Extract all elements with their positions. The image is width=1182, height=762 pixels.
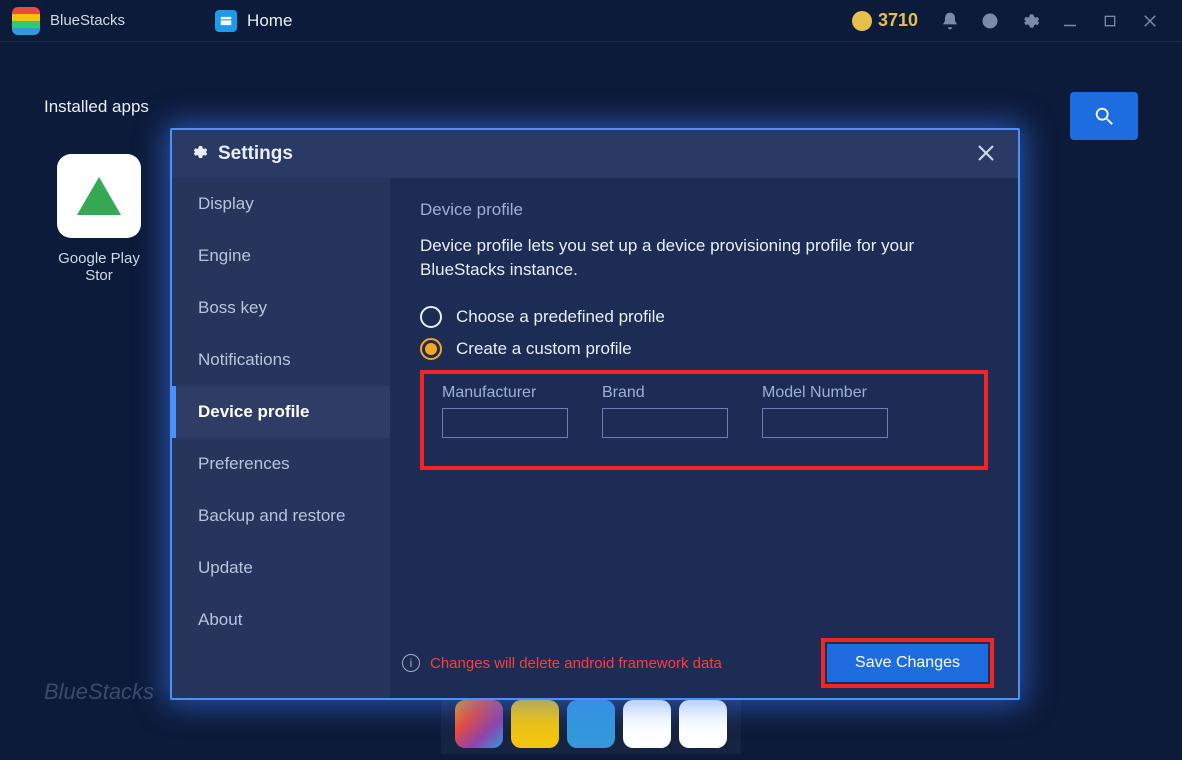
modal-title: Settings [218, 143, 293, 165]
dock-item[interactable] [679, 700, 727, 748]
settings-content: Device profile Device profile lets you s… [390, 178, 1018, 698]
home-icon [215, 10, 237, 32]
coin-count: 3710 [878, 10, 918, 31]
radio-label: Choose a predefined profile [456, 307, 665, 327]
sidebar-item-device-profile[interactable]: Device profile [172, 386, 390, 438]
radio-icon-selected [420, 338, 442, 360]
manufacturer-input[interactable] [442, 408, 568, 438]
model-number-label: Model Number [762, 384, 888, 402]
installed-apps-label: Installed apps [44, 97, 149, 117]
model-number-input[interactable] [762, 408, 888, 438]
dock [441, 694, 741, 754]
search-icon [1093, 105, 1115, 127]
warning-row: i Changes will delete android framework … [402, 654, 722, 672]
minimize-icon[interactable] [1060, 11, 1080, 31]
radio-icon [420, 306, 442, 328]
info-icon: i [402, 654, 420, 672]
sidebar-item-notifications[interactable]: Notifications [172, 334, 390, 386]
warning-text: Changes will delete android framework da… [430, 655, 722, 672]
brand-label: Brand [602, 384, 728, 402]
dock-item[interactable] [455, 700, 503, 748]
sidebar-item-backup-restore[interactable]: Backup and restore [172, 490, 390, 542]
sidebar-item-engine[interactable]: Engine [172, 230, 390, 282]
dock-item[interactable] [623, 700, 671, 748]
tab-home[interactable]: Home [195, 0, 312, 42]
radio-custom-profile[interactable]: Create a custom profile [420, 338, 988, 360]
dock-item[interactable] [511, 700, 559, 748]
search-button[interactable] [1070, 92, 1138, 140]
close-icon[interactable] [974, 141, 1000, 167]
watermark: BlueStacks [44, 679, 154, 705]
sidebar-item-boss-key[interactable]: Boss key [172, 282, 390, 334]
custom-profile-fields-highlight: Manufacturer Brand Model Number [420, 370, 988, 470]
sidebar-item-preferences[interactable]: Preferences [172, 438, 390, 490]
manufacturer-label: Manufacturer [442, 384, 568, 402]
tab-home-label: Home [247, 11, 292, 31]
titlebar: BlueStacks Home 3710 [0, 0, 1182, 42]
settings-modal: Settings Display Engine Boss key Notific… [170, 128, 1020, 700]
coin-icon [852, 11, 872, 31]
main-area: Installed apps Google Play Stor BlueStac… [0, 42, 1182, 760]
section-title: Device profile [420, 200, 988, 220]
gear-icon[interactable] [1020, 11, 1040, 31]
sidebar-item-display[interactable]: Display [172, 178, 390, 230]
section-description: Device profile lets you set up a device … [420, 234, 988, 282]
sidebar-item-update[interactable]: Update [172, 542, 390, 594]
app-label: Google Play Stor [44, 250, 154, 284]
settings-sidebar: Display Engine Boss key Notifications De… [172, 178, 390, 698]
radio-predefined-profile[interactable]: Choose a predefined profile [420, 306, 988, 328]
save-button-highlight: Save Changes [821, 638, 994, 688]
coin-counter[interactable]: 3710 [852, 10, 918, 31]
globe-icon[interactable] [980, 11, 1000, 31]
radio-label: Create a custom profile [456, 339, 632, 359]
brand-input[interactable] [602, 408, 728, 438]
content-footer: i Changes will delete android framework … [396, 638, 1012, 688]
modal-header: Settings [172, 130, 1018, 178]
play-store-icon [57, 154, 141, 238]
bell-icon[interactable] [940, 11, 960, 31]
close-window-icon[interactable] [1140, 11, 1160, 31]
app-name: BlueStacks [50, 12, 125, 29]
sidebar-item-about[interactable]: About [172, 594, 390, 646]
app-google-play-store[interactable]: Google Play Stor [44, 154, 154, 284]
gear-icon [190, 143, 208, 166]
save-changes-button[interactable]: Save Changes [827, 644, 988, 682]
dock-item[interactable] [567, 700, 615, 748]
bluestacks-logo-icon [12, 7, 40, 35]
maximize-icon[interactable] [1100, 11, 1120, 31]
